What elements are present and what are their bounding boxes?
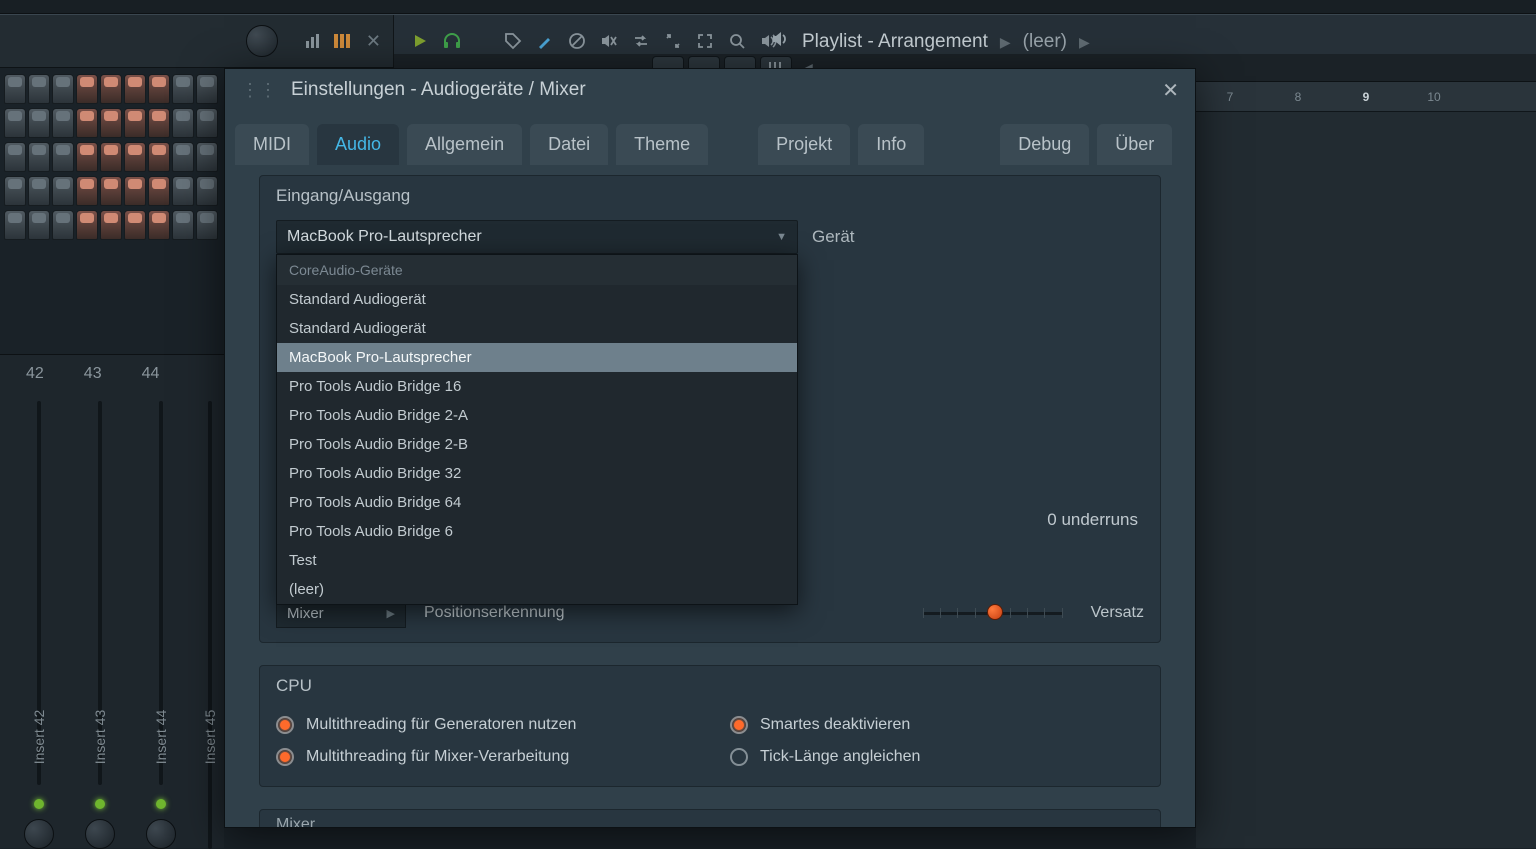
mixer-track[interactable]: Insert 42 <box>12 393 65 849</box>
dropdown-item[interactable]: Pro Tools Audio Bridge 6 <box>277 517 797 546</box>
cpu-opt-mixer[interactable]: Multithreading für Mixer-Verarbeitung <box>276 748 690 766</box>
tempo-knob[interactable] <box>246 25 278 57</box>
brush-icon[interactable] <box>536 32 554 50</box>
settings-tabs: MIDI Audio Allgemein Datei Theme Projekt… <box>225 111 1195 165</box>
io-section-header: Eingang/Ausgang <box>260 176 1160 216</box>
offset-label: Versatz <box>1091 604 1144 622</box>
dropdown-item[interactable]: Pro Tools Audio Bridge 16 <box>277 372 797 401</box>
track-label: Insert 42 <box>31 710 47 764</box>
mixer-panel: 42 43 44 Insert 42 Insert 43 Insert 44 I… <box>0 354 224 848</box>
breadcrumb-title[interactable]: Playlist - Arrangement <box>802 31 988 53</box>
chevron-right-icon: ▶ <box>1000 34 1011 51</box>
device-dropdown: CoreAudio-Geräte Standard Audiogerät Sta… <box>276 254 798 605</box>
track-label: Insert 43 <box>92 710 108 764</box>
tag-icon[interactable] <box>504 32 522 50</box>
dropdown-item[interactable]: Pro Tools Audio Bridge 2-A <box>277 401 797 430</box>
offset-slider[interactable] <box>923 602 1063 624</box>
underruns-count: 0 underruns <box>1047 510 1138 530</box>
headphones-icon[interactable] <box>442 31 462 51</box>
dropdown-item[interactable]: Pro Tools Audio Bridge 64 <box>277 488 797 517</box>
tab-info[interactable]: Info <box>858 124 924 165</box>
mixer-track[interactable]: Insert 44 <box>134 393 187 849</box>
dropdown-item[interactable]: Pro Tools Audio Bridge 32 <box>277 459 797 488</box>
playlist-area[interactable] <box>1196 112 1536 848</box>
ruler-mark: 10 <box>1400 90 1468 104</box>
ruler-mark: 9 <box>1332 90 1400 104</box>
track-led <box>95 799 105 809</box>
settings-titlebar[interactable]: ⋮⋮ Einstellungen - Audiogeräte / Mixer ✕ <box>225 69 1195 111</box>
device-label: Gerät <box>812 227 855 247</box>
device-select[interactable]: MacBook Pro-Lautsprecher ▼ <box>276 220 798 254</box>
device-select-value: MacBook Pro-Lautsprecher <box>287 228 482 246</box>
dropdown-group-header: CoreAudio-Geräte <box>277 255 797 285</box>
pan-knob[interactable] <box>85 819 115 849</box>
swap-icon[interactable] <box>632 32 650 50</box>
tab-datei[interactable]: Datei <box>530 124 608 165</box>
ruler-mark: 7 <box>1196 90 1264 104</box>
cpu-opt-tick[interactable]: Tick-Länge angleichen <box>730 748 1144 766</box>
speaker-icon[interactable] <box>770 29 790 55</box>
slider-knob[interactable] <box>987 604 1003 620</box>
cpu-opt-generators[interactable]: Multithreading für Generatoren nutzen <box>276 716 690 734</box>
close-icon[interactable]: ✕ <box>1162 78 1179 103</box>
mixer-track[interactable]: Insert 45 <box>196 393 224 849</box>
tab-theme[interactable]: Theme <box>616 124 708 165</box>
track-number: 43 <box>84 365 102 383</box>
visualizer-icon[interactable] <box>304 31 324 51</box>
dropdown-item[interactable]: Standard Audiogerät <box>277 314 797 343</box>
tab-debug[interactable]: Debug <box>1000 124 1089 165</box>
disable-icon[interactable] <box>568 32 586 50</box>
tab-midi[interactable]: MIDI <box>235 124 309 165</box>
tab-allgemein[interactable]: Allgemein <box>407 124 522 165</box>
shrink-icon[interactable] <box>664 32 682 50</box>
timeline-ruler[interactable]: 7 8 9 10 <box>1196 82 1536 112</box>
channel-rack <box>0 68 224 290</box>
radio-on-icon <box>276 748 294 766</box>
mixer-track[interactable]: Insert 43 <box>73 393 126 849</box>
chevron-right-icon: ▶ <box>1079 34 1090 51</box>
dropdown-item[interactable]: Test <box>277 546 797 575</box>
io-section: Eingang/Ausgang MacBook Pro-Lautsprecher… <box>259 175 1161 643</box>
pan-knob[interactable] <box>146 819 176 849</box>
mixer-section: Mixer <box>259 809 1161 827</box>
mute-icon[interactable] <box>600 32 618 50</box>
play-button[interactable] <box>412 33 428 49</box>
panel-close-icon[interactable]: ✕ <box>366 31 381 52</box>
track-number: 42 <box>26 365 44 383</box>
track-number: 44 <box>142 365 160 383</box>
track-led <box>156 799 166 809</box>
dropdown-item[interactable]: (leer) <box>277 575 797 604</box>
zoom-icon[interactable] <box>728 32 746 50</box>
tab-audio[interactable]: Audio <box>317 124 399 165</box>
dropdown-item-selected[interactable]: MacBook Pro-Lautsprecher <box>277 343 797 372</box>
track-led <box>34 799 44 809</box>
track-label: Insert 45 <box>202 710 218 764</box>
radio-on-icon <box>730 716 748 734</box>
fullscreen-icon[interactable] <box>696 32 714 50</box>
cpu-opt-smart[interactable]: Smartes deaktivieren <box>730 716 1144 734</box>
playback-tracking-value: Mixer <box>287 605 324 622</box>
settings-title: Einstellungen - Audiogeräte / Mixer <box>291 79 586 101</box>
radio-on-icon <box>276 716 294 734</box>
pan-knob[interactable] <box>24 819 54 849</box>
settings-window: ⋮⋮ Einstellungen - Audiogeräte / Mixer ✕… <box>224 68 1196 828</box>
radio-off-icon <box>730 748 748 766</box>
grip-icon: ⋮⋮ <box>241 80 277 101</box>
caret-down-icon: ▼ <box>776 231 787 243</box>
breadcrumb-sub[interactable]: (leer) <box>1023 31 1067 53</box>
ruler-mark: 8 <box>1264 90 1332 104</box>
dropdown-item[interactable]: Standard Audiogerät <box>277 285 797 314</box>
track-label: Insert 44 <box>153 710 169 764</box>
cpu-section-header: CPU <box>260 666 1160 706</box>
dropdown-item[interactable]: Pro Tools Audio Bridge 2-B <box>277 430 797 459</box>
caret-right-icon: ▶ <box>387 607 395 620</box>
pattern-icon[interactable] <box>332 31 352 51</box>
position-detection-label: Positionserkennung <box>424 604 565 622</box>
tab-projekt[interactable]: Projekt <box>758 124 850 165</box>
tab-ueber[interactable]: Über <box>1097 124 1172 165</box>
mixer-section-header: Mixer <box>260 810 1160 827</box>
cpu-section: CPU Multithreading für Generatoren nutze… <box>259 665 1161 787</box>
